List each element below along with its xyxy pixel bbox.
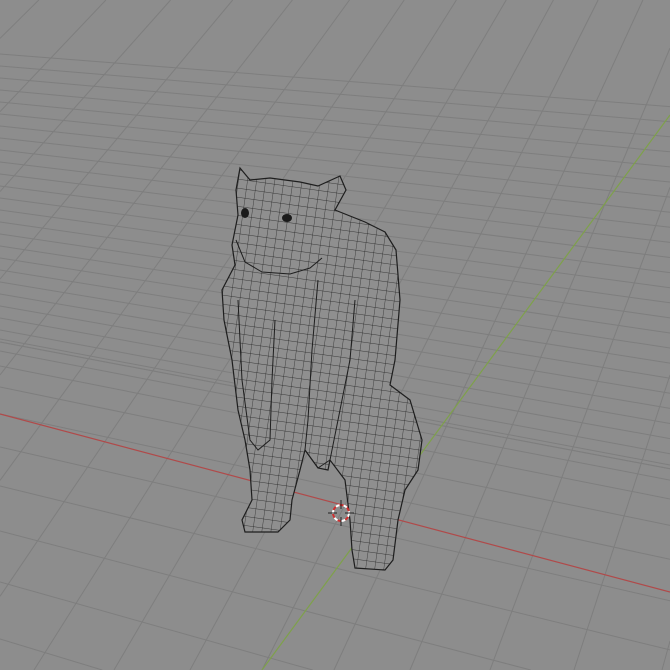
bear-body[interactable] xyxy=(221,166,423,571)
grid-line xyxy=(661,640,670,670)
grid-line xyxy=(0,485,670,651)
bear-mesh[interactable] xyxy=(221,166,423,571)
grid-line xyxy=(0,89,670,153)
grid-line xyxy=(0,101,670,168)
grid-line xyxy=(0,0,40,39)
grid-line xyxy=(0,581,313,670)
grid-line xyxy=(0,530,531,670)
grid-line xyxy=(0,77,670,138)
bear-eye-left xyxy=(241,208,249,218)
grid-line xyxy=(409,47,670,670)
grid-line xyxy=(489,187,670,670)
grid-line xyxy=(0,53,670,108)
grid-line xyxy=(0,0,171,192)
viewport-canvas[interactable] xyxy=(0,0,670,670)
bear-eye-right xyxy=(282,214,292,222)
grid-line xyxy=(0,65,670,123)
grid-line xyxy=(0,113,670,183)
3d-viewport[interactable] xyxy=(0,0,670,670)
